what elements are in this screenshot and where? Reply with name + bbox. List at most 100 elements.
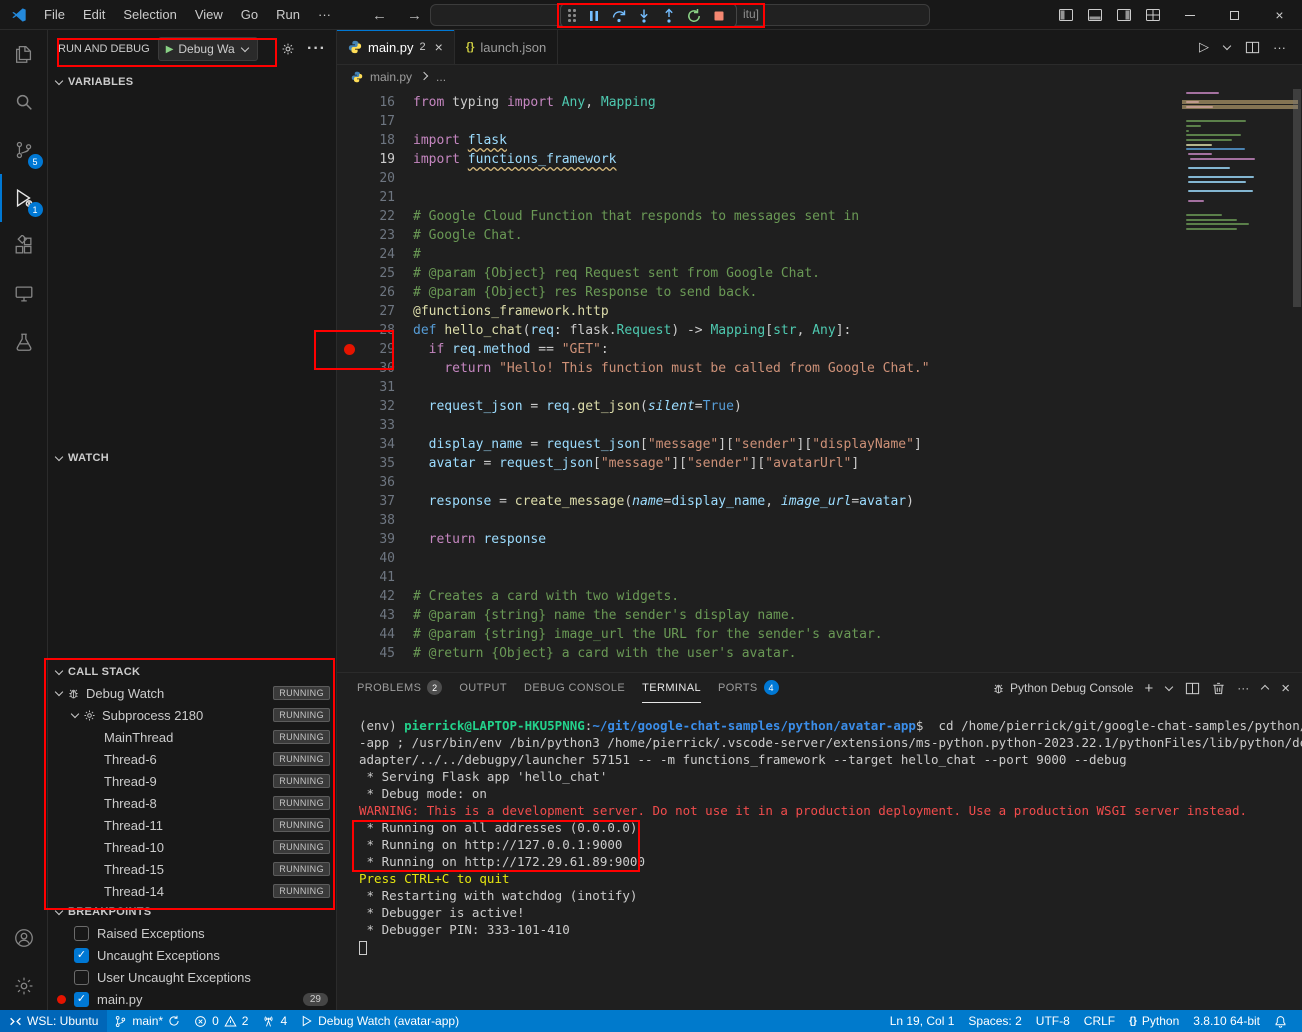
split-terminal-icon[interactable]	[1185, 681, 1200, 696]
panel-tab-debug-console[interactable]: DEBUG CONSOLE	[524, 673, 625, 703]
checkbox[interactable]	[74, 970, 89, 985]
breadcrumb-symbol[interactable]: ...	[436, 70, 446, 84]
breakpoint-dot[interactable]	[344, 344, 355, 355]
panel-tab-output[interactable]: OUTPUT	[459, 673, 507, 703]
minimize-button[interactable]	[1167, 0, 1212, 30]
breakpoint-row-raised-exceptions[interactable]: Raised Exceptions	[48, 922, 336, 944]
gutter[interactable]	[337, 473, 361, 492]
statusbar-ports[interactable]: 4	[255, 1010, 294, 1032]
breakpoint-row-user-uncaught-exceptions[interactable]: User Uncaught Exceptions	[48, 966, 336, 988]
statusbar-branch[interactable]: main*	[107, 1010, 187, 1032]
menu-file[interactable]: File	[35, 0, 74, 30]
editor-scrollbar[interactable]	[1293, 89, 1301, 307]
stop-button[interactable]	[706, 5, 731, 27]
gutter[interactable]	[337, 530, 361, 549]
statusbar-debug-session[interactable]: Debug Watch (avatar-app)	[294, 1010, 466, 1032]
activity-accounts[interactable]	[0, 914, 48, 962]
callstack-thread-10[interactable]: Thread-10RUNNING	[48, 836, 336, 858]
menu-edit[interactable]: Edit	[74, 0, 114, 30]
statusbar-problems[interactable]: 0 2	[187, 1010, 255, 1032]
callstack-thread-8[interactable]: Thread-8RUNNING	[48, 792, 336, 814]
more-actions-icon[interactable]: ···	[1237, 681, 1249, 695]
terminal-selector[interactable]: Python Debug Console	[992, 681, 1133, 695]
gutter[interactable]	[337, 568, 361, 587]
more-actions-icon[interactable]: ···	[1273, 40, 1286, 55]
activity-settings[interactable]	[0, 962, 48, 1010]
callstack-thread-9[interactable]: Thread-9RUNNING	[48, 770, 336, 792]
checkbox[interactable]	[74, 926, 89, 941]
panel-tab-ports[interactable]: PORTS4	[718, 673, 779, 703]
forward-icon[interactable]: →	[407, 7, 422, 24]
start-debugging-icon[interactable]: ▶	[166, 44, 174, 55]
step-over-button[interactable]	[606, 5, 631, 27]
activity-testing[interactable]	[0, 318, 48, 366]
callstack-thread-14[interactable]: Thread-14RUNNING	[48, 880, 336, 902]
gutter[interactable]	[337, 302, 361, 321]
customize-layout-icon[interactable]	[1138, 0, 1167, 30]
breadcrumb-file[interactable]: main.py	[370, 70, 412, 84]
gutter[interactable]	[337, 226, 361, 245]
statusbar-encoding[interactable]: UTF-8	[1029, 1010, 1077, 1032]
breakpoint-row-main-py[interactable]: ✓main.py29	[48, 988, 336, 1010]
statusbar-notifications[interactable]	[1267, 1010, 1294, 1032]
gutter[interactable]	[337, 169, 361, 188]
step-out-button[interactable]	[656, 5, 681, 27]
chevron-down-icon[interactable]	[1165, 683, 1173, 691]
terminal-output[interactable]: (env) pierrick@LAPTOP-HKU5PNNG:~/git/goo…	[337, 703, 1302, 955]
ellipsis-icon[interactable]: ···	[307, 40, 326, 58]
gutter[interactable]	[337, 359, 361, 378]
gutter[interactable]	[337, 340, 361, 359]
gutter[interactable]	[337, 492, 361, 511]
tab-main-py[interactable]: main.py 2 ×	[337, 30, 455, 64]
activity-source-control[interactable]: 5	[0, 126, 48, 174]
gutter[interactable]	[337, 93, 361, 112]
gutter[interactable]	[337, 131, 361, 150]
gutter[interactable]	[337, 245, 361, 264]
gutter[interactable]	[337, 150, 361, 169]
debug-config-dropdown[interactable]: ▶ Debug Wa	[158, 37, 258, 61]
toggle-panel-icon[interactable]	[1080, 0, 1109, 30]
split-editor-icon[interactable]	[1245, 40, 1260, 55]
menu-go[interactable]: Go	[232, 0, 267, 30]
close-window-button[interactable]: ×	[1257, 0, 1302, 30]
gutter[interactable]	[337, 549, 361, 568]
chevron-down-icon[interactable]	[1223, 42, 1231, 50]
panel-tab-terminal[interactable]: TERMINAL	[642, 673, 701, 703]
statusbar-indentation[interactable]: Spaces: 2	[961, 1010, 1028, 1032]
gutter[interactable]	[337, 625, 361, 644]
step-into-button[interactable]	[631, 5, 656, 27]
gutter[interactable]	[337, 283, 361, 302]
statusbar-cursor-position[interactable]: Ln 19, Col 1	[883, 1010, 962, 1032]
tab-launch-json[interactable]: {} launch.json	[455, 30, 558, 64]
close-icon[interactable]: ×	[435, 39, 443, 55]
back-icon[interactable]: ←	[372, 7, 387, 24]
section-breakpoints[interactable]: BREAKPOINTS	[48, 902, 336, 922]
section-watch[interactable]: WATCH	[48, 448, 336, 468]
gutter[interactable]	[337, 112, 361, 131]
gutter[interactable]	[337, 416, 361, 435]
activity-run-and-debug[interactable]: 1	[0, 174, 48, 222]
gutter[interactable]	[337, 378, 361, 397]
gutter[interactable]	[337, 188, 361, 207]
maximize-panel-icon[interactable]	[1261, 685, 1269, 693]
close-panel-icon[interactable]: ×	[1281, 680, 1290, 697]
statusbar-language[interactable]: {} Python	[1122, 1010, 1186, 1032]
kill-terminal-icon[interactable]	[1211, 681, 1226, 696]
callstack-mainthread[interactable]: MainThreadRUNNING	[48, 726, 336, 748]
code-editor[interactable]: 16from typing import Any, Mapping1718imp…	[337, 89, 1302, 672]
menu-[interactable]: ···	[309, 0, 340, 30]
toggle-secondary-sidebar-icon[interactable]	[1109, 0, 1138, 30]
callstack-thread-6[interactable]: Thread-6RUNNING	[48, 748, 336, 770]
gutter[interactable]	[337, 207, 361, 226]
gutter[interactable]	[337, 321, 361, 340]
restart-button[interactable]	[681, 5, 706, 27]
maximize-button[interactable]	[1212, 0, 1257, 30]
menu-selection[interactable]: Selection	[114, 0, 185, 30]
statusbar-eol[interactable]: CRLF	[1077, 1010, 1122, 1032]
callstack-thread-15[interactable]: Thread-15RUNNING	[48, 858, 336, 880]
callstack-debug-watch[interactable]: Debug WatchRUNNING	[48, 682, 336, 704]
breadcrumb[interactable]: main.py ...	[337, 65, 1302, 89]
section-variables[interactable]: VARIABLES	[48, 72, 336, 92]
gutter[interactable]	[337, 606, 361, 625]
callstack-thread-11[interactable]: Thread-11RUNNING	[48, 814, 336, 836]
